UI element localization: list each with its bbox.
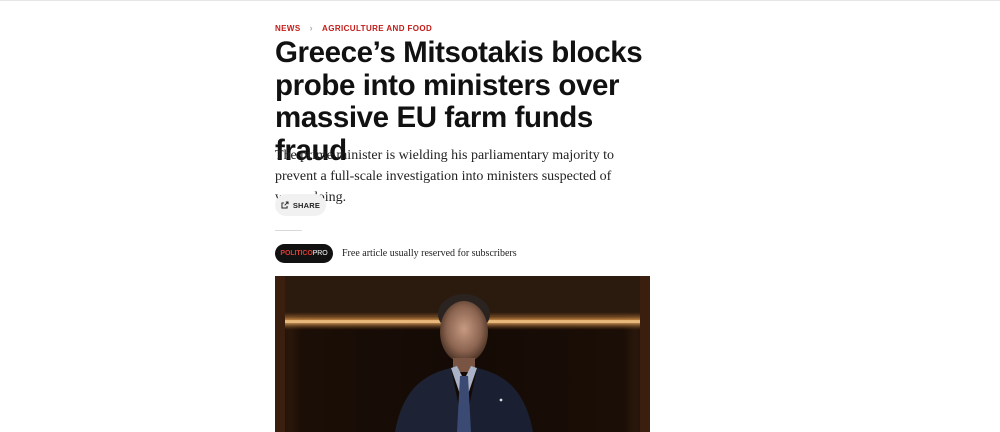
share-button[interactable]: SHARE — [275, 194, 326, 216]
headline-line: probe into ministers over — [275, 68, 620, 102]
politico-pro-suffix: PRO — [312, 250, 328, 257]
share-external-icon — [281, 201, 289, 209]
share-label: SHARE — [292, 200, 321, 210]
divider — [275, 230, 302, 231]
politico-pro-badge[interactable]: POLITICO PRO — [275, 244, 333, 263]
breadcrumb-news[interactable]: NEWS — [275, 24, 301, 33]
headline-line: Greece’s Mitsotakis blocks — [275, 36, 643, 69]
subscriber-note: Free article usually reserved for subscr… — [342, 248, 517, 259]
politico-pro-notice: POLITICO PRO Free article usually reserve… — [275, 244, 517, 263]
top-rule — [0, 0, 1000, 1]
breadcrumb: NEWS › AGRICULTURE AND FOOD — [275, 23, 432, 33]
politico-pro-brand: POLITICO — [280, 250, 313, 257]
chevron-right-icon: › — [309, 23, 314, 33]
hero-image — [275, 276, 650, 432]
article-dek: The prime minister is wielding his parli… — [275, 148, 615, 205]
breadcrumb-agriculture-and-food[interactable]: AGRICULTURE AND FOOD — [322, 24, 432, 33]
